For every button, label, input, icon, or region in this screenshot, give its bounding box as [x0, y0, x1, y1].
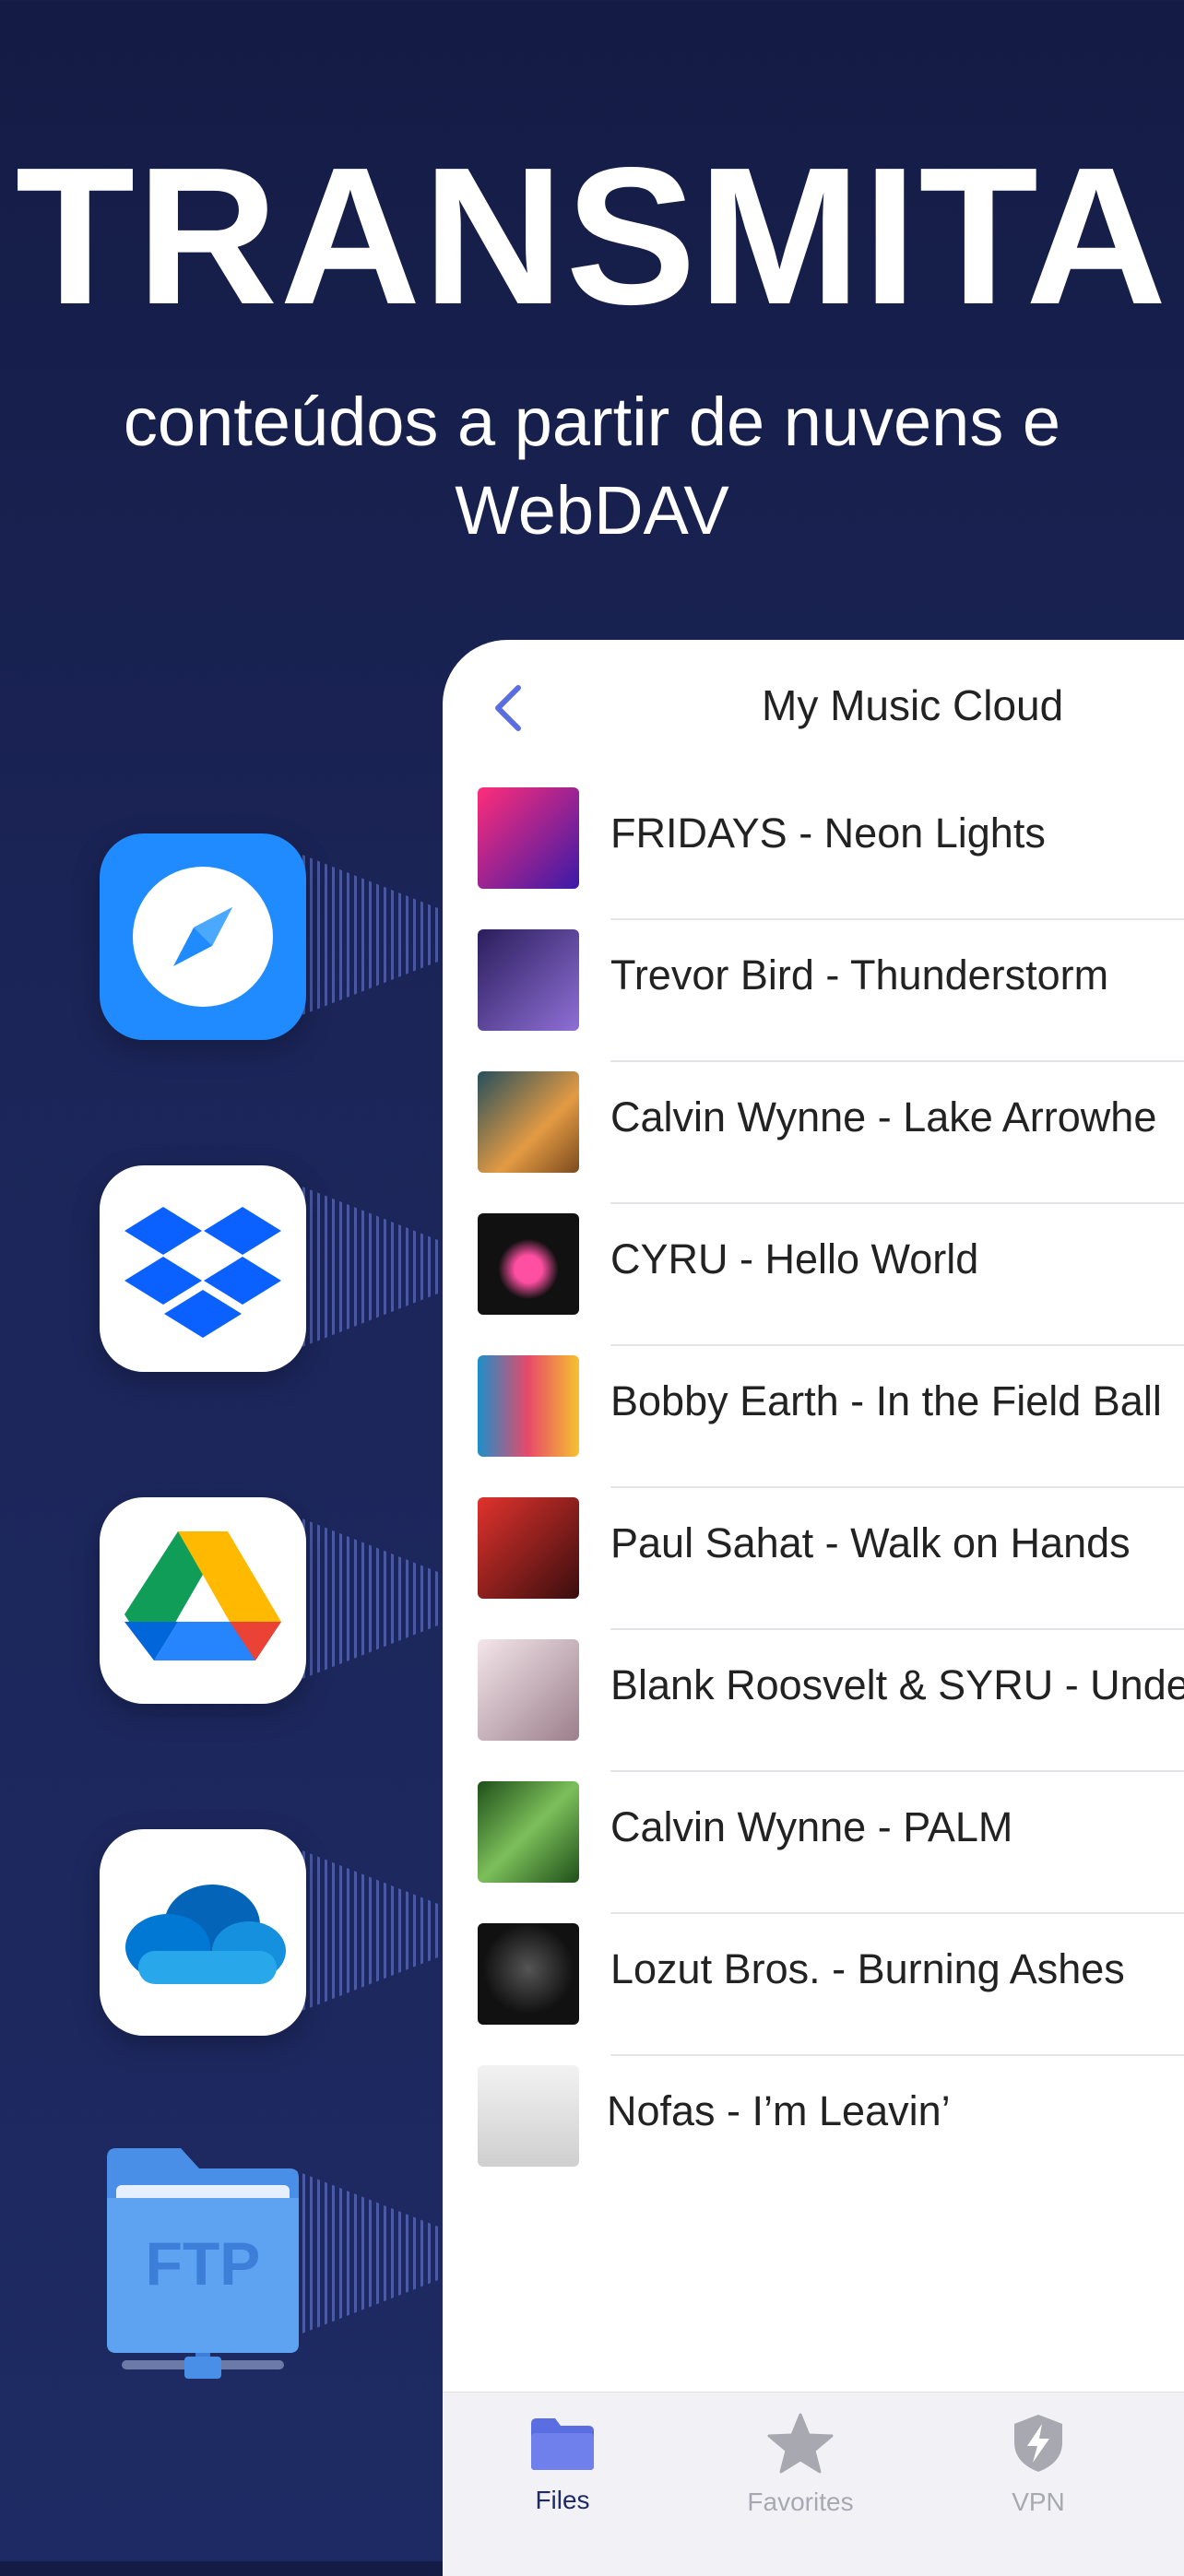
stream-decoration — [295, 1848, 443, 2014]
onedrive-service-tile — [100, 1829, 306, 2036]
star-icon — [767, 2413, 834, 2474]
tab-favorites[interactable]: Favorites — [708, 2393, 893, 2517]
track-title: Trevor Bird - Thunderstorm — [610, 951, 1109, 998]
track-title: Blank Roosvelt & SYRU - Unde — [610, 1661, 1184, 1708]
track-title: Calvin Wynne - PALM — [610, 1803, 1013, 1850]
folder-icon — [531, 2418, 594, 2470]
album-cover — [478, 1923, 579, 2025]
tab-files-label: Files — [535, 2486, 590, 2514]
back-button[interactable] — [491, 682, 527, 734]
tab-vpn[interactable]: VPN — [946, 2393, 1131, 2517]
track-row[interactable]: Nofas - I’m Leavin’ — [443, 2056, 1184, 2198]
track-row[interactable]: Blank Roosvelt & SYRU - Unde — [443, 1630, 1184, 1772]
hero-title: TRANSMITA — [15, 126, 1169, 345]
dropbox-icon — [124, 1207, 281, 1338]
phone-screen: My Music Cloud FRIDAYS - Neon Lights Tre… — [443, 640, 1184, 2576]
safari-service-tile — [100, 833, 306, 1040]
stream-decoration — [295, 852, 443, 1018]
google-drive-icon — [124, 1531, 281, 1660]
album-cover — [478, 1355, 579, 1457]
album-cover — [478, 1213, 579, 1315]
track-title: CYRU - Hello World — [610, 1235, 979, 1282]
track-title: Bobby Earth - In the Field Ball — [610, 1377, 1162, 1424]
album-cover — [478, 1071, 579, 1173]
track-title: Paul Sahat - Walk on Hands — [610, 1519, 1131, 1566]
onedrive-icon — [125, 1885, 286, 1984]
track-title: FRIDAYS - Neon Lights — [610, 809, 1046, 857]
album-cover — [478, 1497, 579, 1599]
ftp-service-tile: FTP — [100, 2148, 306, 2379]
hero-subtitle-line-2: WebDAV — [455, 472, 729, 549]
track-row[interactable]: Lozut Bros. - Burning Ashes — [443, 1914, 1184, 2056]
album-cover — [478, 1781, 579, 1883]
tab-vpn-label: VPN — [1012, 2487, 1065, 2516]
album-cover — [478, 787, 579, 889]
navigation-bar: My Music Cloud — [443, 640, 1184, 769]
stream-decoration — [295, 1516, 443, 1682]
tab-files[interactable]: Files — [470, 2393, 655, 2515]
dropbox-service-tile — [100, 1165, 306, 1372]
track-row[interactable]: FRIDAYS - Neon Lights — [443, 778, 1184, 920]
track-row[interactable]: Calvin Wynne - Lake Arrowhe — [443, 1062, 1184, 1204]
tab-favorites-label: Favorites — [747, 2487, 854, 2516]
google-drive-service-tile — [100, 1497, 306, 1704]
stream-decoration — [295, 2170, 443, 2336]
track-row[interactable]: Calvin Wynne - PALM — [443, 1772, 1184, 1914]
hero-subtitle-line-1: conteúdos a partir de nuvens e — [123, 384, 1061, 460]
track-row[interactable]: Paul Sahat - Walk on Hands — [443, 1488, 1184, 1630]
track-row[interactable]: Bobby Earth - In the Field Ball — [443, 1346, 1184, 1488]
page-title: My Music Cloud — [762, 681, 1064, 729]
track-title: Nofas - I’m Leavin’ — [607, 2087, 951, 2134]
track-title: Calvin Wynne - Lake Arrowhe — [610, 1093, 1157, 1140]
hero-subtitle: conteúdos a partir de nuvens e WebDAV — [0, 378, 1184, 555]
shield-bolt-icon — [1014, 2415, 1062, 2472]
album-cover — [478, 2065, 579, 2167]
ftp-label: FTP — [146, 2229, 261, 2298]
track-title: Lozut Bros. - Burning Ashes — [610, 1945, 1125, 1992]
album-cover — [478, 1639, 579, 1741]
compass-icon — [133, 867, 273, 1007]
track-list: FRIDAYS - Neon Lights Trevor Bird - Thun… — [443, 778, 1184, 2198]
tab-bar: Files Favorites VPN — [443, 2392, 1184, 2576]
track-row[interactable]: CYRU - Hello World — [443, 1204, 1184, 1346]
track-row[interactable]: Trevor Bird - Thunderstorm — [443, 920, 1184, 1062]
chevron-left-icon — [495, 685, 521, 731]
album-cover — [478, 929, 579, 1031]
stream-decoration — [295, 1184, 443, 1350]
ftp-server-icon: FTP — [107, 2148, 299, 2379]
